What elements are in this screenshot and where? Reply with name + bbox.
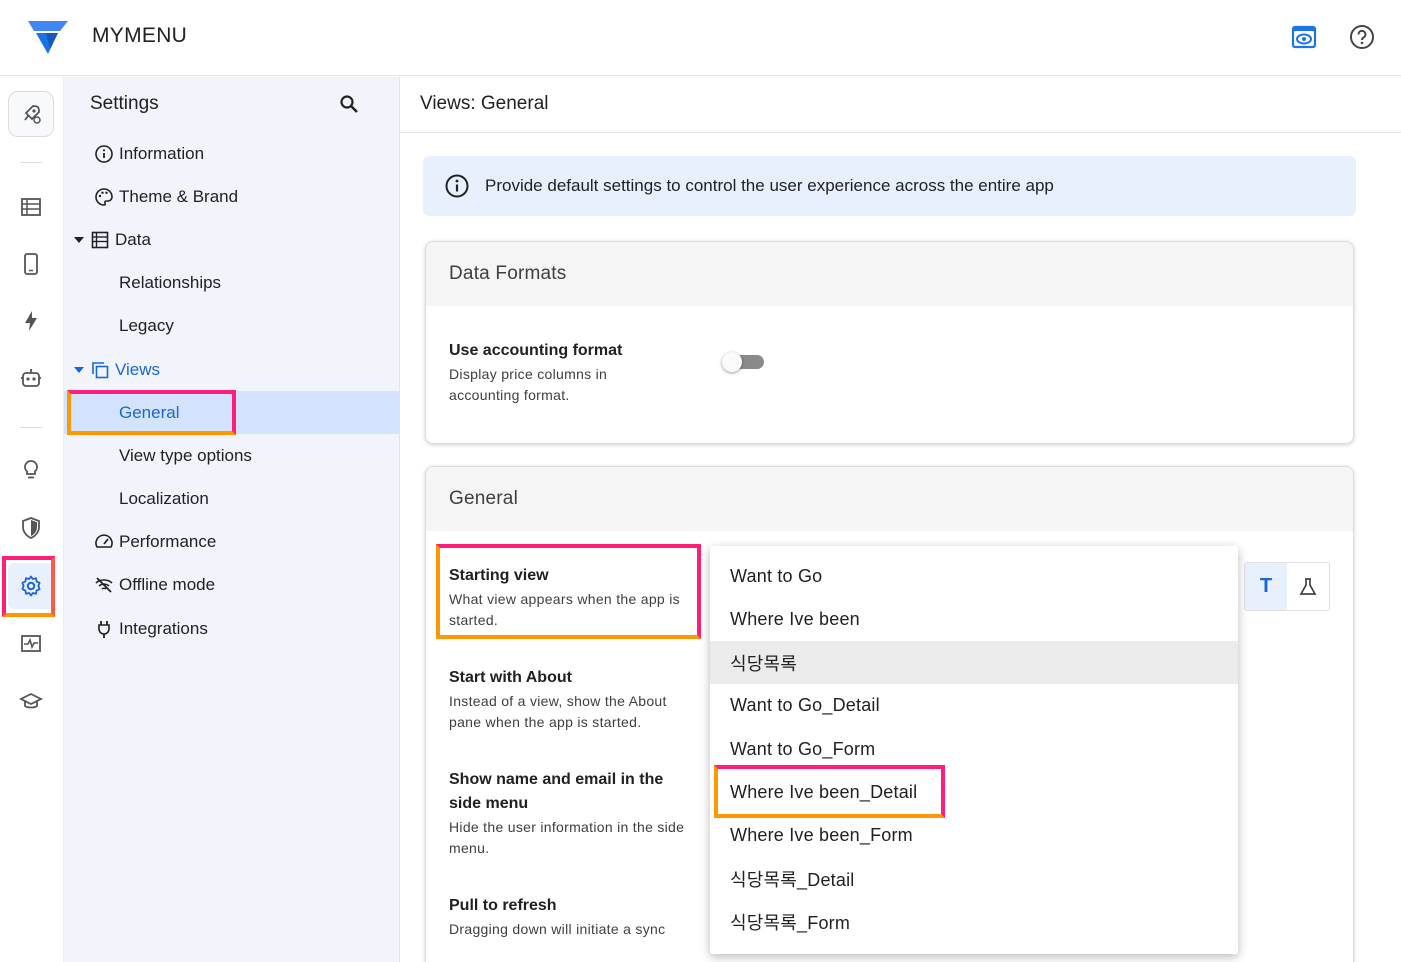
setting-title: Start with About [449,669,572,686]
sidebar-item-label: Localization [119,488,209,508]
preview-eye-icon[interactable] [1291,24,1317,50]
settings-panel: Settings Information Theme & Brand Data … [64,77,400,962]
help-icon[interactable] [1349,24,1375,50]
top-bar: MYMENU [0,0,1401,76]
appsheet-logo-icon [28,21,68,54]
sidebar-item-data[interactable]: Data [64,218,400,261]
sidebar-item-view-type-options[interactable]: View type options [64,434,400,477]
app-title: MYMENU [92,24,188,47]
page-title: Views: General [420,93,549,114]
speedometer-icon [94,532,114,552]
sidebar-item-label: Offline mode [119,574,216,594]
views-icon [90,360,110,380]
sidebar-item-label: Data [115,229,151,249]
sidebar-item-information[interactable]: Information [64,132,400,175]
setting-title: Pull to refresh [449,897,557,914]
search-icon[interactable] [338,93,360,115]
banner-text: Provide default settings to control the … [485,176,1054,195]
sidebar-item-views[interactable]: Views [64,348,400,391]
formula-mode-button[interactable] [1287,563,1329,610]
main-header: Views: General [400,77,1401,133]
sidebar-item-label: View type options [119,445,252,465]
settings-title: Settings [90,93,159,114]
setting-show-name-email: Show name and email in the side menu Hid… [449,768,689,859]
monitor-icon[interactable] [8,621,54,667]
rocket-icon[interactable] [8,91,54,137]
sidebar-item-label: Relationships [119,272,222,292]
setting-start-with-about: Start with About Instead of a view, show… [449,666,689,733]
value-type-toggle: T [1244,562,1330,611]
caret-down-icon[interactable] [74,366,84,373]
sidebar-item-localization[interactable]: Localization [64,477,400,520]
flask-icon [1299,577,1317,595]
data-formats-card: Data Formats Use accounting format Displ… [425,241,1354,444]
highlight-dropdown-option [714,765,945,818]
highlight-general [67,390,236,435]
palette-icon [94,187,114,207]
wifi-off-icon [94,575,114,595]
dropdown-option[interactable]: 식당목록_Form [710,900,1238,943]
setting-desc: Display price columns in accounting form… [449,366,608,403]
data-table-icon[interactable] [8,184,54,230]
sidebar-item-label: Integrations [119,618,208,638]
info-icon [445,174,469,198]
text-mode-button[interactable]: T [1245,563,1287,610]
sidebar-item-label: Theme & Brand [119,186,239,206]
table-icon [90,230,110,250]
sidebar-item-relationships[interactable]: Relationships [64,261,400,304]
card-title: General [426,467,1353,531]
sidebar-item-label: Legacy [119,315,174,335]
dropdown-option[interactable]: Where Ive been_Form [710,814,1238,857]
accounting-format-toggle[interactable] [722,352,764,372]
school-icon[interactable] [8,679,54,725]
setting-accounting-format: Use accounting format Display price colu… [449,339,649,406]
dropdown-option[interactable]: Where Ive been [710,598,1238,641]
phone-icon[interactable] [8,241,54,287]
bolt-icon[interactable] [8,298,54,344]
dropdown-option[interactable]: Want to Go [710,555,1238,598]
info-icon [94,144,114,164]
dropdown-option[interactable]: 식당목록 [710,641,1238,684]
dropdown-option[interactable]: Want to Go_Detail [710,684,1238,727]
sidebar-item-label: Performance [119,531,217,551]
setting-pull-to-refresh: Pull to refresh Dragging down will initi… [449,894,699,940]
sidebar-item-legacy[interactable]: Legacy [64,304,400,347]
sidebar-item-integrations[interactable]: Integrations [64,607,400,650]
sidebar-item-label: Information [119,143,205,163]
setting-title: Use accounting format [449,342,623,359]
caret-down-icon[interactable] [74,236,84,243]
info-banner: Provide default settings to control the … [423,156,1356,216]
setting-desc: Hide the user information in the side me… [449,819,685,856]
highlight-settings-rail [2,556,55,617]
dropdown-option[interactable]: 식당목록_Detail [710,857,1238,900]
starting-view-dropdown: Want to Go Where Ive been 식당목록 Want to G… [710,546,1238,954]
highlight-starting-view [436,544,701,639]
robot-icon[interactable] [8,355,54,401]
lightbulb-icon[interactable] [8,447,54,493]
setting-desc: Instead of a view, show the About pane w… [449,693,667,730]
setting-title: Show name and email in the side menu [449,771,664,812]
sidebar-item-label: Views [115,359,161,379]
sidebar-item-theme-brand[interactable]: Theme & Brand [64,175,400,218]
plug-icon [94,619,114,639]
card-title: Data Formats [426,242,1353,306]
shield-icon[interactable] [8,505,54,551]
sidebar-item-performance[interactable]: Performance [64,520,400,563]
sidebar-item-offline-mode[interactable]: Offline mode [64,563,400,606]
left-rail [0,77,64,962]
setting-desc: Dragging down will initiate a sync [449,921,666,937]
